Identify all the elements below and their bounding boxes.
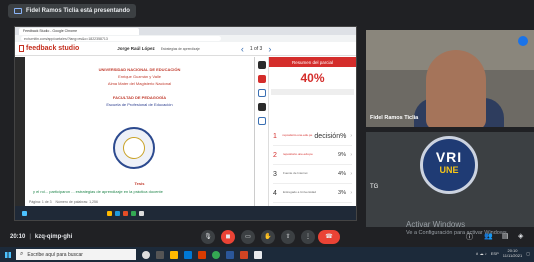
cortana-icon[interactable] — [142, 250, 150, 259]
layers-icon[interactable] — [257, 61, 266, 69]
download-icon[interactable] — [257, 103, 266, 111]
feedback-studio-logo: feedback studio — [19, 45, 79, 52]
word-icon[interactable] — [226, 250, 234, 259]
prev-page-icon[interactable]: ‹ — [241, 44, 244, 54]
mic-button[interactable]: 🎙 — [201, 230, 215, 244]
info-icon[interactable] — [257, 117, 266, 125]
source-list: 1 repositorio.une.edu.pe decisión% › 2 r… — [273, 127, 352, 203]
chevron-right-icon: › — [350, 190, 352, 196]
page-navigator: ‹ 1 of 3 › — [241, 44, 272, 54]
presenter-chip[interactable]: Fidel Ramos Ticlia está presentando — [8, 4, 136, 18]
task-view-icon[interactable] — [156, 250, 164, 259]
language-indicator[interactable]: ESP — [491, 251, 499, 256]
participant-tile[interactable]: VRI UNE TG Activar Windows Ve a Configur… — [366, 132, 534, 236]
document-page: UNIVERSIDAD NACIONAL DE EDUCACIÓN Enriqu… — [25, 57, 255, 206]
chevron-right-icon: › — [350, 152, 352, 158]
panel-nav[interactable] — [271, 89, 354, 95]
store-icon[interactable] — [184, 250, 192, 259]
participant-person — [426, 50, 486, 127]
leave-call-button[interactable]: ☎ — [318, 230, 340, 244]
doc-line: Alma Mater del Magisterio Nacional — [107, 81, 172, 86]
present-screen-icon — [14, 8, 22, 14]
chevron-right-icon: › — [350, 133, 352, 139]
similarity-panel: Resumen del parcial 40% 1 repositorio.un… — [269, 57, 356, 206]
similarity-icon[interactable] — [257, 75, 266, 83]
feedback-studio-header: feedback studio Jorge Raúl López Estrate… — [15, 42, 356, 56]
shared-screen: Feedback Studio - Google Chrome ev.turni… — [14, 26, 357, 221]
raise-hand-button[interactable]: ✋ — [261, 230, 275, 244]
browser-tab[interactable]: Feedback Studio - Google Chrome — [19, 27, 139, 35]
start-button[interactable] — [0, 247, 16, 262]
document-footer-text: y el rol... participaron ... estrategias… — [33, 189, 163, 194]
page-indicator: 1 of 3 — [249, 45, 263, 52]
left-rail — [15, 57, 25, 206]
camera-off-button[interactable]: ◼ — [221, 230, 235, 244]
notifications-icon[interactable]: ▢ — [526, 251, 530, 256]
doc-line: UNIVERSIDAD NACIONAL DE EDUCACIÓN — [98, 67, 181, 72]
more-options-icon[interactable] — [518, 36, 528, 46]
meet-window: Fidel Ramos Ticlia está presentando Feed… — [0, 0, 534, 262]
university-seal — [113, 127, 155, 169]
doc-line: Enrique Guzmán y Valle — [118, 74, 161, 79]
url-field[interactable]: ev.turnitin.com/app/carta/es/?lang=es&o=… — [21, 36, 221, 41]
windows-logo-icon — [5, 251, 11, 258]
address-bar: ev.turnitin.com/app/carta/es/?lang=es&o=… — [15, 35, 356, 42]
captions-button[interactable]: ▭ — [241, 230, 255, 244]
info-icon[interactable]: ⓘ — [466, 232, 473, 242]
search-icon: ⌕ — [20, 251, 24, 257]
source-item[interactable]: 2 repositorio.une.edu.pe 9% › — [273, 146, 352, 165]
vri-une-logo: VRI UNE — [420, 136, 478, 194]
participant-tile-name: TG — [370, 184, 379, 190]
similarity-header: Resumen del parcial — [269, 57, 356, 67]
taskbar-app-icon — [115, 210, 120, 216]
present-button[interactable]: ⇧ — [281, 230, 295, 244]
weather-icon — [22, 210, 27, 216]
meeting-time: 20:10 — [10, 234, 26, 240]
chat-icon[interactable]: ▤ — [502, 232, 509, 240]
presenter-label: Fidel Ramos Ticlia está presentando — [26, 8, 130, 14]
system-tray: ∧ ☁ ♪ ESP 20:10 11/11/2021 ▢ — [476, 248, 530, 258]
turnitin-logo-icon — [19, 45, 24, 52]
source-item[interactable]: 4 Entregado a Universidad 3% › — [273, 184, 352, 203]
file-explorer-icon[interactable] — [170, 250, 178, 259]
taskbar-app-icon — [131, 210, 136, 216]
chevron-right-icon: › — [350, 171, 352, 177]
office-icon[interactable] — [198, 250, 206, 259]
shared-windows-taskbar — [15, 206, 356, 220]
filter-icon[interactable] — [257, 89, 266, 97]
doc-line: Tesis — [134, 181, 145, 186]
browser-tab-title: Feedback Studio - Google Chrome — [23, 29, 78, 33]
doc-line: Escuela de Profesional de Educación — [106, 102, 173, 107]
taskbar-app-icon — [139, 210, 144, 216]
feedback-studio-body: UNIVERSIDAD NACIONAL DE EDUCACIÓN Enriqu… — [15, 57, 356, 206]
meeting-controls: 20:10 | kzq-qimp-ghi 🎙 ◼ ▭ ✋ ⇧ ⋮ ☎ ⓘ 👥 ▤… — [0, 227, 534, 247]
activities-icon[interactable]: ◈ — [518, 232, 523, 240]
source-item[interactable]: 1 repositorio.une.edu.pe decisión% › — [273, 127, 352, 146]
participant-name: Fidel Ramos Ticlia — [370, 115, 419, 121]
presenter-bar: Fidel Ramos Ticlia está presentando — [0, 0, 534, 22]
document-subtitle: Estrategias de aprendizaje — [160, 46, 200, 51]
doc-line: FACULTAD DE PEDAGOGÍA — [112, 95, 167, 100]
taskbar-app-icon — [123, 210, 128, 216]
taskbar-app-icon — [107, 210, 112, 216]
taskbar-search[interactable]: ⌕ Escribe aquí para buscar — [16, 249, 136, 260]
feedback-tools — [255, 57, 269, 206]
source-item[interactable]: 3 Fuente de Internet 4% › — [273, 165, 352, 184]
similarity-percent: 40% — [300, 71, 325, 85]
chrome-icon[interactable] — [212, 250, 220, 259]
more-options-button[interactable]: ⋮ — [301, 230, 315, 244]
tray-icons[interactable]: ∧ ☁ ♪ — [476, 251, 487, 256]
next-page-icon[interactable]: › — [268, 44, 271, 54]
participant-video[interactable]: Fidel Ramos Ticlia — [366, 30, 534, 127]
app-icon[interactable] — [254, 250, 262, 259]
document-author: Jorge Raúl López — [117, 46, 155, 51]
meeting-code: kzq-qimp-ghi — [34, 234, 73, 240]
windows-taskbar: ⌕ Escribe aquí para buscar ∧ ☁ ♪ ESP 20:… — [0, 247, 534, 262]
clock[interactable]: 20:10 11/11/2021 — [503, 248, 522, 258]
browser-tabstrip: Feedback Studio - Google Chrome — [15, 27, 356, 35]
people-icon[interactable]: 👥 — [484, 232, 493, 240]
powerpoint-icon[interactable] — [240, 250, 248, 259]
